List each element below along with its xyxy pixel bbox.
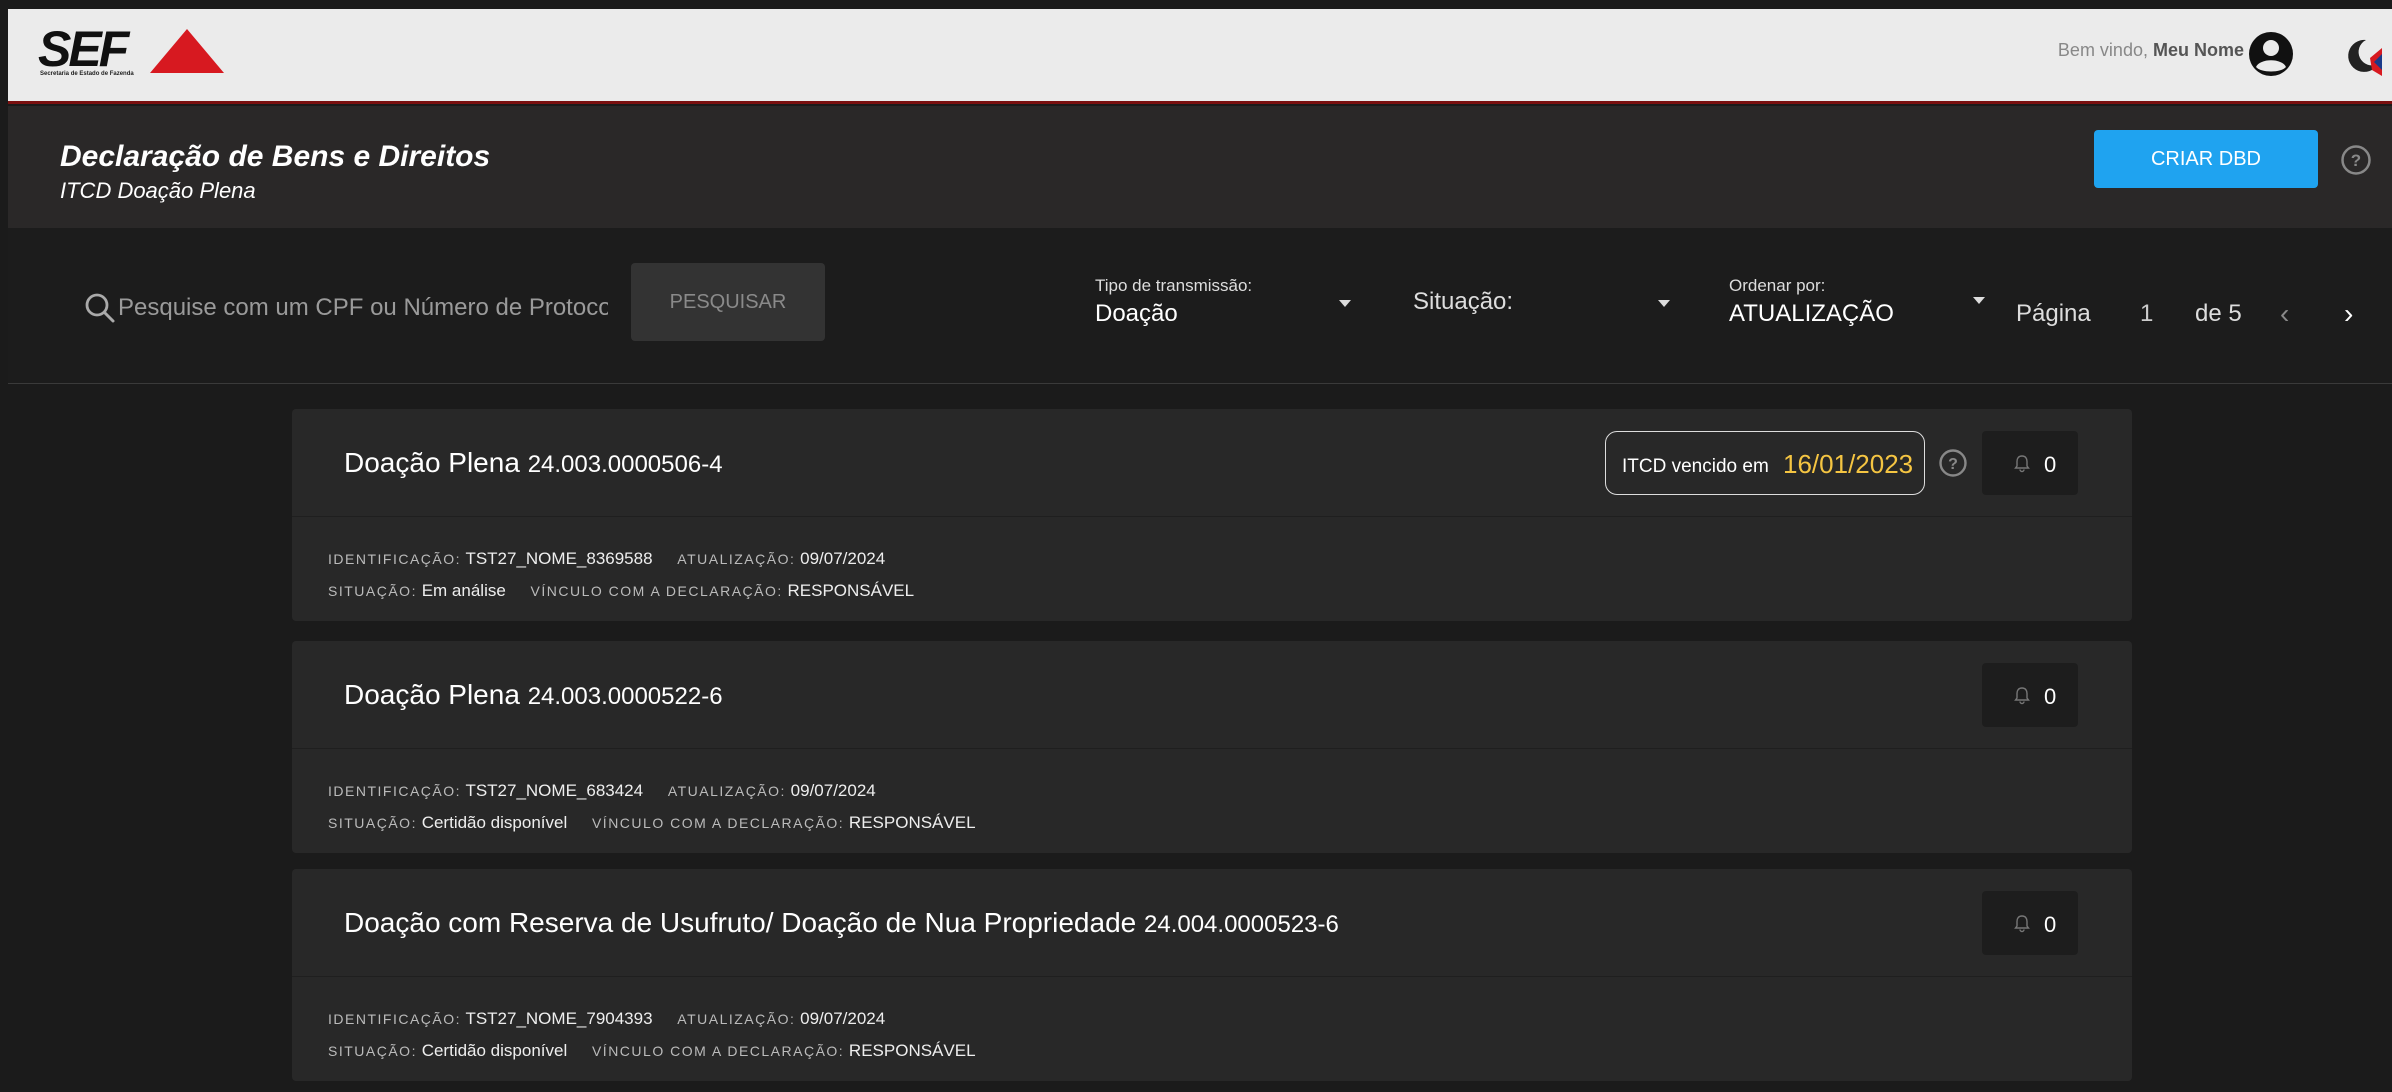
card-header: Doação Plena 24.003.0000522-6 0 [292,641,2132,749]
search-button[interactable]: PESQUISAR [631,263,825,341]
link-key: VÍNCULO COM A DECLARAÇÃO: [591,1043,845,1059]
declaration-details: IDENTIFICAÇÃO: TST27_NOME_7904393 ATUALI… [328,1003,976,1067]
overdue-date: 16/01/2023 [1783,449,1914,479]
svg-text:?: ? [2351,151,2361,170]
declaration-type: Doação Plena [344,679,520,710]
welcome-prefix: Bem vindo, [2057,40,2148,60]
notification-count: 0 [2044,452,2057,477]
situation-value: Em análise [421,581,506,600]
logo-text: SEF [38,21,129,77]
notification-count: 0 [2044,912,2057,937]
declaration-card[interactable]: Doação Plena 24.003.0000522-6 0 IDENTIFI… [292,641,2132,853]
bell-icon [2014,915,2030,933]
next-page-button[interactable]: › [2344,298,2353,330]
filter-bar: PESQUISAR Tipo de transmissão: Doação Si… [8,228,2392,384]
declaration-protocol: 24.003.0000506-4 [527,451,723,478]
overdue-label: ITCD vencido em [1622,456,1769,477]
declaration-title[interactable]: Doação com Reserva de Usufruto/ Doação d… [344,907,1339,939]
declaration-protocol: 24.003.0000522-6 [527,683,723,710]
link-value: RESPONSÁVEL [848,813,976,832]
transmission-type-label: Tipo de transmissão: [1095,276,1253,295]
identification-value: TST27_NOME_8369588 [465,549,653,568]
chevron-down-icon [1339,300,1351,307]
declaration-type: Doação com Reserva de Usufruto/ Doação d… [344,907,1137,938]
card-header: Doação com Reserva de Usufruto/ Doação d… [292,869,2132,977]
declaration-details: IDENTIFICAÇÃO: TST27_NOME_8369588 ATUALI… [328,543,914,607]
update-value: 09/07/2024 [790,781,876,800]
declaration-protocol: 24.004.0000523-6 [1144,911,1339,938]
pagination-current-page[interactable]: 1 [2140,300,2153,328]
declaration-card[interactable]: Doação com Reserva de Usufruto/ Doação d… [292,869,2132,1081]
previous-page-button[interactable]: ‹ [2280,298,2289,330]
declaration-details: IDENTIFICAÇÃO: TST27_NOME_683424 ATUALIZ… [328,775,976,839]
sef-logo[interactable]: SEF Secretaria de Estado de Fazenda [38,21,224,83]
card-header: Doação Plena 24.003.0000506-4 ITCD venci… [292,409,2132,517]
logo-subtitle: Secretaria de Estado de Fazenda [40,71,134,77]
search-icon [85,293,115,323]
update-value: 09/07/2024 [800,549,886,568]
situation-value: Certidão disponível [421,1041,568,1060]
top-bar: SEF Secretaria de Estado de Fazenda Bem … [8,9,2392,104]
svg-text:?: ? [1948,456,1958,473]
identification-key: IDENTIFICAÇÃO: [328,783,462,799]
notifications-button[interactable]: 0 [1982,663,2078,727]
link-key: VÍNCULO COM A DECLARAÇÃO: [591,815,845,831]
situation-key: SITUAÇÃO: [328,1043,417,1059]
chevron-down-icon [1658,300,1670,307]
pagination-total: de 5 [2195,300,2242,327]
situation-label: Situação: [1413,288,1514,315]
logo-triangle-icon [150,29,224,73]
help-icon[interactable]: ? [1938,448,1968,478]
user-name: Meu Nome [2152,40,2244,60]
order-by-label: Ordenar por: [1729,276,1826,295]
identification-value: TST27_NOME_683424 [465,781,644,800]
update-value: 09/07/2024 [800,1009,886,1028]
overdue-badge: ITCD vencido em 16/01/2023 [1605,431,1925,495]
notification-count: 0 [2044,684,2057,709]
bell-icon [2014,455,2030,473]
situation-value: Certidão disponível [421,813,568,832]
declaration-title[interactable]: Doação Plena 24.003.0000506-4 [344,447,723,479]
declaration-type: Doação Plena [344,447,520,478]
order-by-select[interactable]: Ordenar por: ATUALIZAÇÃO [1729,276,1989,332]
transmission-type-select[interactable]: Tipo de transmissão: Doação [1095,276,1355,332]
identification-value: TST27_NOME_7904393 [465,1009,653,1028]
link-key: VÍNCULO COM A DECLARAÇÃO: [530,583,783,599]
notifications-button[interactable]: 0 [1982,891,2078,955]
identification-key: IDENTIFICAÇÃO: [328,551,462,567]
create-dbd-button[interactable]: CRIAR DBD [2094,130,2318,188]
bell-icon [2014,687,2030,705]
help-icon[interactable]: ? [2340,144,2372,176]
chevron-down-icon [1973,297,1985,304]
update-key: ATUALIZAÇÃO: [677,551,796,567]
transmission-type-value: Doação [1095,300,1178,327]
order-by-value: ATUALIZAÇÃO [1729,300,1894,327]
declaration-card[interactable]: Doação Plena 24.003.0000506-4 ITCD venci… [292,409,2132,621]
situation-key: SITUAÇÃO: [328,815,417,831]
update-key: ATUALIZAÇÃO: [677,1011,796,1027]
declaration-title[interactable]: Doação Plena 24.003.0000522-6 [344,679,723,711]
user-avatar-icon[interactable] [2248,31,2294,77]
pagination-label: Página [2016,300,2091,327]
link-value: RESPONSÁVEL [848,1041,976,1060]
situation-select[interactable]: Situação: [1413,288,1673,328]
notifications-button[interactable]: 0 [1982,431,2078,495]
dark-mode-moon-icon[interactable] [2342,36,2382,76]
search-input[interactable] [118,288,608,328]
page-header: Declaração de Bens e Direitos ITCD Doaçã… [8,106,2392,228]
page-title: Declaração de Bens e Direitos [60,140,491,173]
update-key: ATUALIZAÇÃO: [667,783,786,799]
identification-key: IDENTIFICAÇÃO: [328,1011,462,1027]
page-subtitle: ITCD Doação Plena [60,178,256,203]
welcome-text: Bem vindo, Meu Nome [2058,40,2244,61]
situation-key: SITUAÇÃO: [328,583,417,599]
link-value: RESPONSÁVEL [787,581,915,600]
